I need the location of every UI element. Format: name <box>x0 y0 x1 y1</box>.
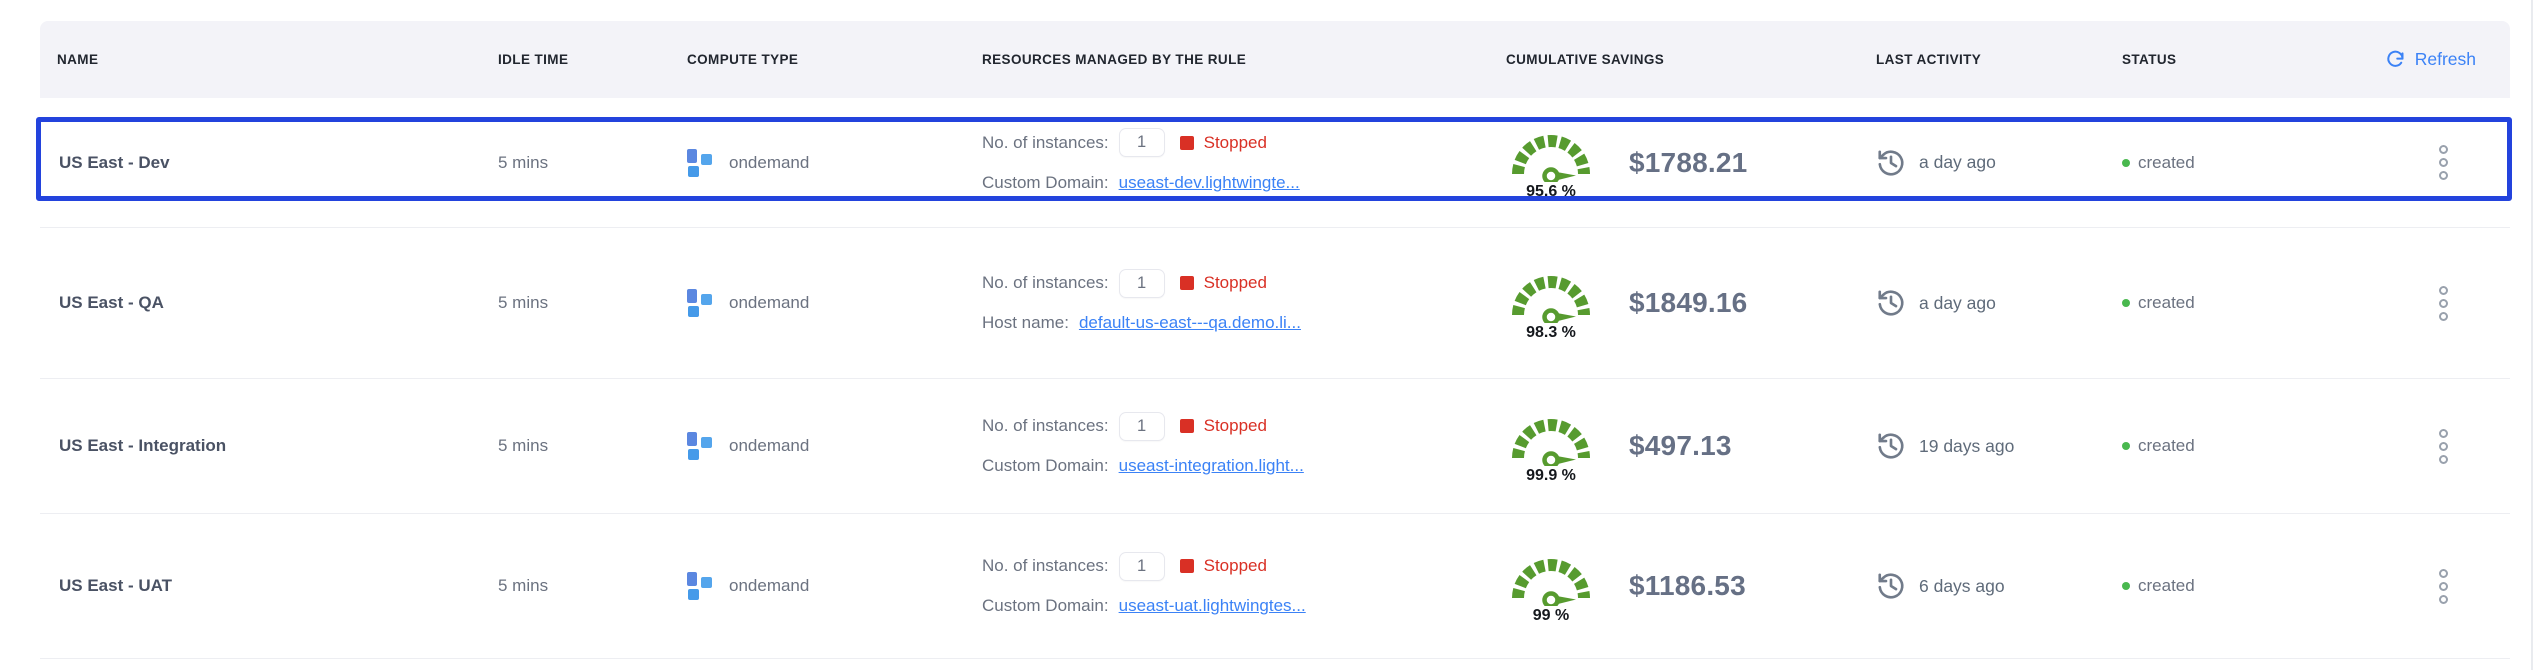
savings-amount: $1849.16 <box>1629 287 1747 319</box>
resources-cell: No. of instances: 1 Stopped Custom Domai… <box>965 546 1489 626</box>
instances-count-badge: 1 <box>1119 412 1165 441</box>
rule-name: US East - QA <box>40 293 481 313</box>
resources-cell: No. of instances: 1 Stopped Host name: d… <box>965 263 1489 343</box>
instance-state: Stopped <box>1204 556 1267 576</box>
history-icon <box>1876 571 1906 601</box>
table-row[interactable]: US East - UAT 5 mins ondemand No. of ins… <box>40 514 2510 659</box>
stopped-square-icon <box>1180 559 1194 573</box>
status-badge: created <box>2138 576 2195 596</box>
domain-link[interactable]: useast-dev.lightwingte... <box>1119 173 1300 193</box>
resources-cell: No. of instances: 1 Stopped Custom Domai… <box>965 123 1489 203</box>
instance-state: Stopped <box>1204 273 1267 293</box>
savings-amount: $497.13 <box>1629 430 1732 462</box>
savings-cell: 95.6 % $1788.21 <box>1489 124 1859 201</box>
gauge-icon <box>1507 124 1595 182</box>
savings-cell: 99.9 % $497.13 <box>1489 408 1859 485</box>
table-row[interactable]: US East - Integration 5 mins ondemand No… <box>40 379 2510 514</box>
history-icon <box>1876 148 1906 178</box>
column-header-savings: CUMULATIVE SAVINGS <box>1489 52 1859 67</box>
last-activity: 19 days ago <box>1919 436 2014 457</box>
table-row[interactable]: US East - Dev 5 mins ondemand No. of ins… <box>40 98 2510 228</box>
domain-label: Custom Domain: <box>982 596 1109 616</box>
column-header-resources: RESOURCES MANAGED BY THE RULE <box>965 52 1489 67</box>
savings-cell: 99 % $1186.53 <box>1489 548 1859 625</box>
idle-time: 5 mins <box>481 153 670 173</box>
instances-label: No. of instances: <box>982 416 1109 436</box>
last-activity: 6 days ago <box>1919 576 2005 597</box>
savings-cell: 98.3 % $1849.16 <box>1489 265 1859 342</box>
table-row[interactable]: US East - QA 5 mins ondemand No. of inst… <box>40 228 2510 379</box>
stopped-square-icon <box>1180 276 1194 290</box>
instances-count-badge: 1 <box>1119 552 1165 581</box>
column-header-status: STATUS <box>2105 52 2314 67</box>
gauge-icon <box>1507 548 1595 606</box>
row-menu-kebab-icon[interactable] <box>2433 280 2454 327</box>
domain-link[interactable]: default-us-east---qa.demo.li... <box>1079 313 1301 333</box>
instances-label: No. of instances: <box>982 133 1109 153</box>
domain-link[interactable]: useast-uat.lightwingtes... <box>1119 596 1306 616</box>
status-badge: created <box>2138 153 2195 173</box>
refresh-label: Refresh <box>2415 49 2476 70</box>
compute-type: ondemand <box>729 293 809 313</box>
status-dot <box>2122 582 2130 590</box>
refresh-icon <box>2385 49 2406 70</box>
status-badge: created <box>2138 436 2195 456</box>
instance-state: Stopped <box>1204 416 1267 436</box>
domain-label: Custom Domain: <box>982 173 1109 193</box>
instances-label: No. of instances: <box>982 273 1109 293</box>
gauge-icon <box>1507 265 1595 323</box>
domain-label: Custom Domain: <box>982 456 1109 476</box>
domain-label: Host name: <box>982 313 1069 333</box>
history-icon <box>1876 431 1906 461</box>
instances-count-badge: 1 <box>1119 128 1165 157</box>
column-header-compute-type: COMPUTE TYPE <box>670 52 965 67</box>
savings-percent: 95.6 % <box>1526 183 1576 201</box>
idle-time: 5 mins <box>481 293 670 313</box>
compute-squares-icon <box>687 432 714 460</box>
stopped-square-icon <box>1180 136 1194 150</box>
savings-percent: 99 % <box>1533 607 1569 625</box>
savings-percent: 99.9 % <box>1526 467 1576 485</box>
row-menu-kebab-icon[interactable] <box>2433 423 2454 470</box>
stopped-square-icon <box>1180 419 1194 433</box>
header-actions-cell: Refresh <box>2314 48 2510 71</box>
scrollbar-track[interactable] <box>2531 0 2533 670</box>
compute-type: ondemand <box>729 436 809 456</box>
savings-amount: $1186.53 <box>1629 570 1746 602</box>
rule-name: US East - UAT <box>40 576 481 596</box>
status-dot <box>2122 442 2130 450</box>
status-dot <box>2122 299 2130 307</box>
status-dot <box>2122 159 2130 167</box>
compute-type: ondemand <box>729 576 809 596</box>
instance-state: Stopped <box>1204 133 1267 153</box>
refresh-button[interactable]: Refresh <box>2379 48 2482 71</box>
rule-name: US East - Dev <box>40 153 481 173</box>
savings-amount: $1788.21 <box>1629 147 1747 179</box>
idle-time: 5 mins <box>481 436 670 456</box>
gauge-icon <box>1507 408 1595 466</box>
row-menu-kebab-icon[interactable] <box>2433 563 2454 610</box>
resources-cell: No. of instances: 1 Stopped Custom Domai… <box>965 406 1489 486</box>
instances-label: No. of instances: <box>982 556 1109 576</box>
last-activity: a day ago <box>1919 152 1996 173</box>
domain-link[interactable]: useast-integration.light... <box>1119 456 1304 476</box>
column-header-last-activity: LAST ACTIVITY <box>1859 52 2105 67</box>
idle-time: 5 mins <box>481 576 670 596</box>
column-header-idle-time: IDLE TIME <box>481 52 670 67</box>
savings-percent: 98.3 % <box>1526 324 1576 342</box>
compute-squares-icon <box>687 289 714 317</box>
compute-type: ondemand <box>729 153 809 173</box>
instances-count-badge: 1 <box>1119 269 1165 298</box>
compute-squares-icon <box>687 572 714 600</box>
table-header-row: NAME IDLE TIME COMPUTE TYPE RESOURCES MA… <box>40 21 2510 98</box>
history-icon <box>1876 288 1906 318</box>
rules-table: NAME IDLE TIME COMPUTE TYPE RESOURCES MA… <box>40 21 2510 659</box>
last-activity: a day ago <box>1919 293 1996 314</box>
status-badge: created <box>2138 293 2195 313</box>
compute-squares-icon <box>687 149 714 177</box>
column-header-name: NAME <box>40 52 481 67</box>
rule-name: US East - Integration <box>40 436 481 456</box>
row-menu-kebab-icon[interactable] <box>2433 139 2454 186</box>
